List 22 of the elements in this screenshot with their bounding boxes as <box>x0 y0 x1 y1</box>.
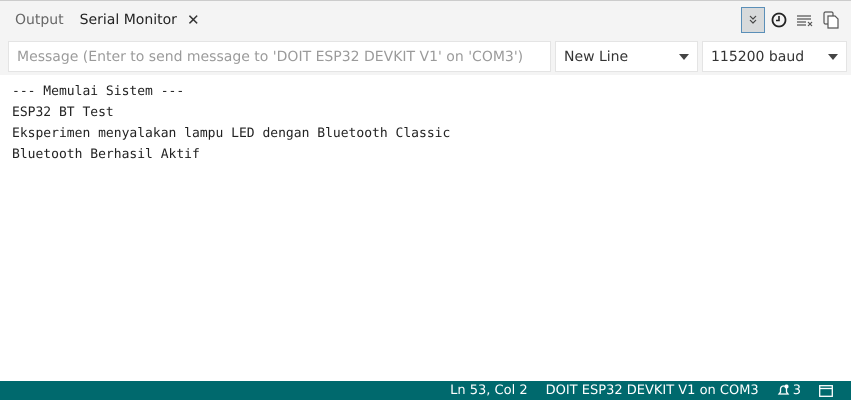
autoscroll-button[interactable] <box>741 7 765 33</box>
output-line: ESP32 BT Test <box>12 104 114 122</box>
cursor-position[interactable]: Ln 53, Col 2 <box>450 383 528 398</box>
panel-tab[interactable]: Serial Monitor ✕ <box>74 7 205 33</box>
copy-icon <box>823 11 839 29</box>
close-icon[interactable]: ✕ <box>186 11 200 29</box>
output-line: --- Memulai Sistem --- <box>12 83 184 101</box>
clock-icon <box>771 12 787 28</box>
bell-icon <box>776 384 790 397</box>
baud-rate-dropdown[interactable]: 115200 baud <box>702 41 847 72</box>
output-line: Eksperimen menyalakan lampu LED dengan Bluetooth Classic <box>12 125 450 143</box>
double-chevron-icon <box>747 14 759 26</box>
caret-icon <box>679 54 689 60</box>
notifications-button[interactable]: 3 <box>776 383 801 398</box>
panel-layout-icon[interactable] <box>819 384 833 396</box>
caret-icon <box>828 54 838 60</box>
panel-tab[interactable]: Output <box>10 7 69 33</box>
clear-lines-icon <box>796 13 814 27</box>
board-port-label[interactable]: DOIT ESP32 DEVKIT V1 on COM3 <box>546 383 759 398</box>
output-line: Bluetooth Berhasil Aktif <box>12 146 200 164</box>
line-ending-dropdown[interactable]: New Line <box>555 41 698 72</box>
message-input-field[interactable]: Message (Enter to send message to 'DOIT ESP32 DEVKIT V1' on 'COM3') <box>8 41 551 72</box>
